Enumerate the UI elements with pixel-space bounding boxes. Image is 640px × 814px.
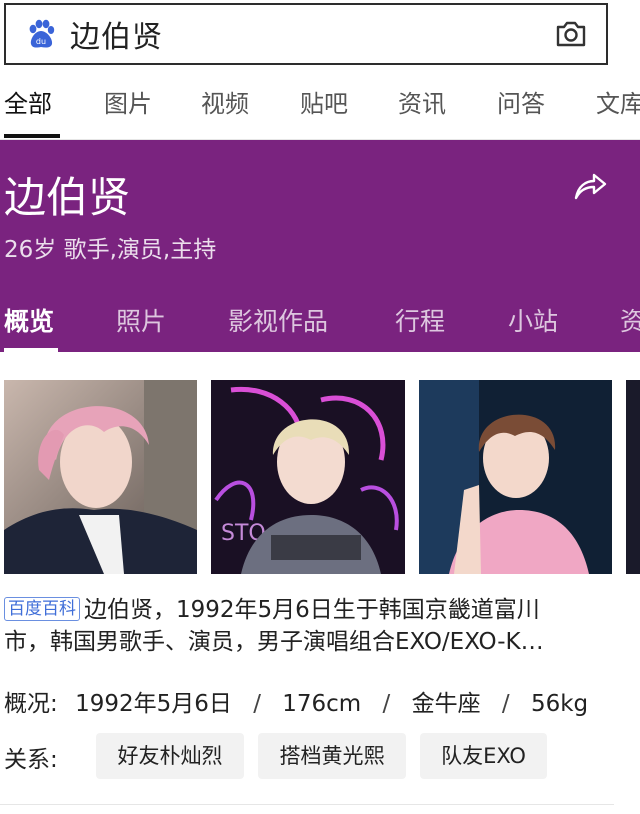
photo-more[interactable] — [626, 380, 640, 574]
card-tab-station[interactable]: 小站 — [508, 302, 558, 338]
tab-all[interactable]: 全部 — [4, 84, 52, 119]
relations-label: 关系: — [4, 747, 58, 773]
overview-weight: 56kg — [530, 691, 589, 717]
overview-height: 176cm — [282, 691, 362, 717]
photo-blonde-hair[interactable]: STO — [211, 380, 405, 574]
svg-text:du: du — [36, 37, 46, 46]
tab-wenku[interactable]: 文库 — [596, 84, 640, 119]
overview-label: 概况: — [4, 691, 58, 717]
overview-separator: / — [382, 691, 391, 717]
baidu-paw-icon: du — [26, 19, 56, 49]
card-tab-schedule[interactable]: 行程 — [395, 302, 445, 338]
tab-images[interactable]: 图片 — [104, 84, 152, 119]
card-tab-photos[interactable]: 照片 — [116, 302, 166, 338]
relation-chip-team[interactable]: 队友EXO — [420, 733, 547, 779]
summary-line-1: 边伯贤，1992年5月6日生于韩国京畿道富川 — [84, 597, 540, 623]
card-tab-overview[interactable]: 概览 — [4, 302, 54, 338]
card-tab-more[interactable]: 资 — [620, 302, 640, 338]
search-input[interactable]: 边伯贤 — [70, 12, 554, 56]
overview-separator: / — [501, 691, 510, 717]
card-tab-works[interactable]: 影视作品 — [228, 302, 328, 338]
baike-badge[interactable]: 百度百科 — [4, 597, 80, 621]
photo-pink-hair[interactable] — [4, 380, 197, 574]
camera-icon[interactable] — [554, 19, 588, 49]
search-bar[interactable]: du 边伯贤 — [4, 3, 608, 65]
summary-line-2: 市，韩国男歌手、演员，男子演唱组合EXO/EXO-K… — [4, 629, 544, 655]
divider — [0, 804, 614, 805]
search-tabs: 全部 图片 视频 贴吧 资讯 问答 文库 — [0, 66, 640, 140]
encyclopedia-summary: 百度百科 边伯贤，1992年5月6日生于韩国京畿道富川 市，韩国男歌手、演员，男子… — [4, 594, 616, 658]
person-card: 边伯贤 26岁 歌手,演员,主持 概览 照片 影视作品 行程 小站 资 — [0, 140, 640, 352]
relation-chip-partner[interactable]: 搭档黄光熙 — [258, 733, 406, 779]
overview-row: 概况: 1992年5月6日 / 176cm / 金牛座 / 56kg — [4, 684, 588, 718]
relation-chip-friend[interactable]: 好友朴灿烈 — [96, 733, 244, 779]
photo-strip[interactable]: STO — [0, 380, 640, 574]
share-icon[interactable] — [572, 168, 608, 204]
tab-tieba[interactable]: 贴吧 — [300, 84, 348, 119]
tab-videos[interactable]: 视频 — [201, 84, 249, 119]
tab-news[interactable]: 资讯 — [398, 84, 446, 119]
overview-zodiac: 金牛座 — [411, 691, 481, 717]
tab-qa[interactable]: 问答 — [497, 84, 545, 119]
overview-separator: / — [253, 691, 261, 717]
person-name[interactable]: 边伯贤 — [4, 164, 130, 225]
overview-birthday: 1992年5月6日 — [75, 691, 232, 717]
person-subtitle: 26岁 歌手,演员,主持 — [4, 237, 217, 263]
active-tab-indicator — [4, 134, 60, 138]
card-tab-indicator — [4, 348, 58, 352]
photo-pink-shirt[interactable] — [419, 380, 612, 574]
